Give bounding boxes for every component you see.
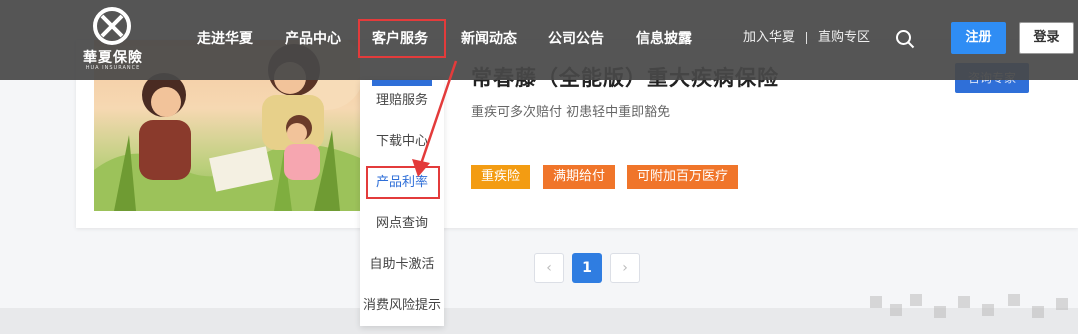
product-tag: 重疾险	[471, 165, 531, 189]
nav-item-news[interactable]: 新闻动态	[461, 28, 517, 50]
site-header	[0, 0, 1078, 80]
nav-item-announcements[interactable]: 公司公告	[548, 28, 604, 50]
top-link-divider	[806, 32, 807, 44]
search-icon[interactable]	[895, 29, 915, 49]
dropdown-item-card-activation[interactable]: 自助卡激活	[360, 253, 444, 277]
product-subtitle: 重疾可多次赔付 初患轻中重即豁免	[471, 105, 671, 120]
direct-purchase-link[interactable]: 直购专区	[818, 28, 870, 48]
product-tag: 可附加百万医疗	[627, 165, 739, 189]
pagination-current-page[interactable]: 1	[572, 253, 602, 283]
nav-item-about[interactable]: 走进华夏	[197, 28, 253, 50]
logo-text: 華夏保險	[83, 50, 143, 66]
product-tag: 满期给付	[543, 165, 616, 189]
register-button[interactable]: 注册	[951, 22, 1006, 54]
blurred-watermark	[862, 290, 1078, 330]
dropdown-item-branch-lookup[interactable]: 网点查询	[360, 212, 444, 236]
pagination-next-button[interactable]: ›	[610, 253, 640, 283]
pagination-prev-button[interactable]: ‹	[534, 253, 564, 283]
nav-item-products[interactable]: 产品中心	[285, 28, 341, 50]
login-button[interactable]: 登录	[1019, 22, 1074, 54]
logo-subtext: HUA INSURANCE	[85, 65, 141, 71]
nav-highlight-box	[358, 19, 446, 58]
nav-item-disclosure[interactable]: 信息披露	[636, 28, 692, 50]
dropdown-item-risk-notice[interactable]: 消费风险提示	[360, 294, 444, 318]
join-link[interactable]: 加入华夏	[743, 28, 795, 48]
annotation-arrow-icon	[412, 60, 458, 177]
